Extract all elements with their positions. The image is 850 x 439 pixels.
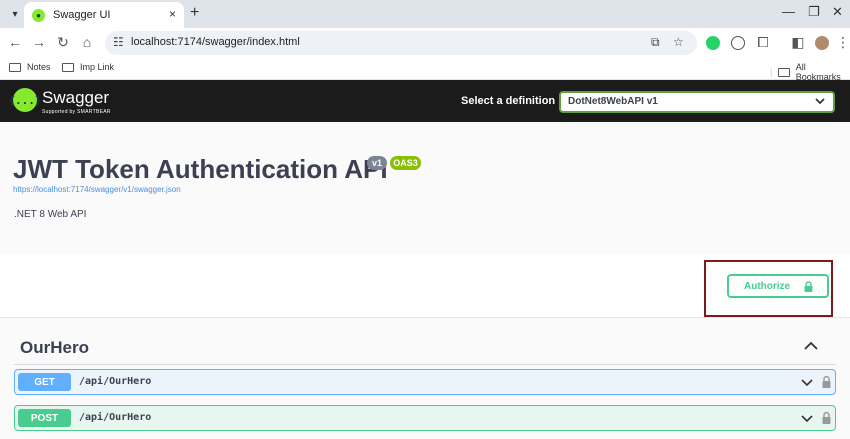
api-info-section: JWT Token Authentication API v1 OAS3 htt… <box>0 122 850 254</box>
operation-path: /api/OurHero <box>79 376 152 387</box>
extension-icon[interactable] <box>731 36 745 50</box>
forward-icon[interactable]: → <box>30 34 48 50</box>
swagger-logo-text[interactable]: Swagger <box>42 88 109 108</box>
tag-header-ourhero[interactable]: OurHero <box>20 338 89 358</box>
lock-icon[interactable] <box>821 375 832 388</box>
chevron-down-icon <box>815 98 825 105</box>
folder-icon <box>9 62 21 72</box>
lock-icon <box>804 281 813 292</box>
chevron-down-icon[interactable] <box>801 379 813 387</box>
browser-tab-strip: ▾ ● Swagger UI × + — ❐ ✕ <box>0 0 850 28</box>
tab-title: Swagger UI <box>53 9 111 21</box>
bookmark-label: Notes <box>27 62 51 72</box>
operation-path: /api/OurHero <box>79 412 152 423</box>
select-definition-label: Select a definition <box>461 95 556 107</box>
extensions-puzzle-icon[interactable]: ⧠ <box>754 34 772 51</box>
swagger-logo-icon[interactable]: {...} <box>8 88 42 112</box>
translate-icon[interactable]: ⧉ <box>651 35 660 50</box>
browser-tab-swagger[interactable]: ● Swagger UI × <box>24 2 184 28</box>
swagger-logo-subtitle: Supported by SMARTBEAR <box>42 109 111 115</box>
browser-toolbar: ← → ↻ ⌂ ☷ localhost:7174/swagger/index.h… <box>0 28 850 58</box>
api-title: JWT Token Authentication API <box>13 154 388 184</box>
chevron-up-icon[interactable] <box>804 341 818 351</box>
site-info-icon[interactable]: ☷ <box>113 35 124 49</box>
back-icon[interactable]: ← <box>6 34 24 50</box>
authorize-button[interactable]: Authorize <box>727 274 829 298</box>
bookmark-star-icon[interactable]: ☆ <box>673 35 684 49</box>
lock-icon[interactable] <box>821 411 832 424</box>
bookmark-imp-link[interactable]: Imp Link <box>62 62 114 72</box>
method-badge-post: POST <box>18 409 71 427</box>
restore-icon[interactable]: ❐ <box>808 4 820 20</box>
method-badge-get: GET <box>18 373 71 391</box>
swagger-json-link[interactable]: https://localhost:7174/swagger/v1/swagge… <box>13 185 181 194</box>
definition-select-value: DotNet8WebAPI v1 <box>568 96 658 107</box>
window-close-icon[interactable]: ✕ <box>832 4 843 20</box>
address-url[interactable]: localhost:7174/swagger/index.html <box>131 36 300 48</box>
folder-icon <box>778 67 790 77</box>
version-badge: v1 <box>367 156 387 170</box>
side-panel-icon[interactable]: ◧ <box>789 34 807 51</box>
operation-post-ourhero[interactable]: POST /api/OurHero <box>14 405 836 431</box>
operation-get-ourhero[interactable]: GET /api/OurHero <box>14 369 836 395</box>
scheme-container: Authorize <box>0 254 850 318</box>
definition-select[interactable]: DotNet8WebAPI v1 <box>559 91 835 113</box>
whatsapp-extension-icon[interactable] <box>706 36 720 50</box>
bookmarks-bar: Notes Imp Link | All Bookmarks <box>0 58 850 82</box>
chevron-down-icon[interactable] <box>801 415 813 423</box>
oas-badge: OAS3 <box>390 156 421 170</box>
swagger-topbar: {...} Swagger Supported by SMARTBEAR Sel… <box>0 80 850 122</box>
browser-menu-icon[interactable]: ⋮ <box>834 34 850 51</box>
folder-icon <box>62 62 74 72</box>
bookmark-notes[interactable]: Notes <box>9 62 51 72</box>
tab-close-icon[interactable]: × <box>169 7 176 21</box>
profile-avatar[interactable] <box>815 36 829 50</box>
authorize-label: Authorize <box>744 280 791 292</box>
divider: | <box>770 67 773 77</box>
new-tab-icon[interactable]: + <box>190 4 199 22</box>
all-bookmarks[interactable]: | All Bookmarks <box>770 62 850 82</box>
api-description: .NET 8 Web API <box>14 209 87 220</box>
minimize-icon[interactable]: — <box>782 4 795 19</box>
all-bookmarks-label: All Bookmarks <box>795 62 841 82</box>
reload-icon[interactable]: ↻ <box>54 34 72 51</box>
bookmark-label: Imp Link <box>80 62 115 72</box>
home-icon[interactable]: ⌂ <box>78 34 96 50</box>
address-bar[interactable]: ☷ localhost:7174/swagger/index.html ⧉ ☆ <box>105 31 697 55</box>
swagger-favicon-icon: ● <box>32 8 45 22</box>
tab-search-chevron-icon[interactable]: ▾ <box>6 5 24 23</box>
tag-divider <box>14 364 836 365</box>
